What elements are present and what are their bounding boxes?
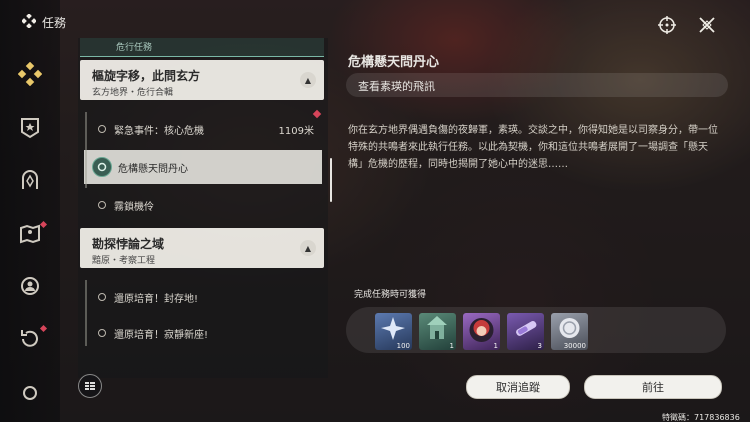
shell-coin-icon: [559, 318, 580, 338]
list-filter-icon: [85, 382, 95, 390]
reward-item[interactable]: 1: [463, 313, 500, 350]
reward-count: 3: [537, 342, 542, 350]
quest-item-label: 緊急事件：核心危機: [114, 125, 204, 137]
reward-item[interactable]: 30000: [551, 313, 588, 350]
go-button[interactable]: 前往: [584, 375, 722, 399]
reward-item[interactable]: 100: [375, 313, 412, 350]
quest-status-circle-icon: [98, 329, 106, 337]
quest-detail-title: 危構懸天問丹心: [348, 55, 440, 70]
close-icon[interactable]: [697, 15, 717, 35]
quest-list-partial-header: 危行任務: [80, 38, 324, 57]
quest-objective-bar: 查看素瑛的飛訊: [346, 73, 728, 97]
quest-status-circle-icon: [98, 125, 106, 133]
quest-item-label: 霧鎖機伶: [114, 201, 154, 213]
quest-item[interactable]: 還原培育！封存地!: [86, 280, 324, 314]
nav-gear-icon[interactable]: [16, 376, 44, 404]
nav-return-icon[interactable]: [16, 324, 48, 352]
quest-item-selected[interactable]: 危構懸天問丹心: [84, 150, 322, 184]
tower-icon: [427, 316, 447, 339]
quest-description: 你在玄方地界偶遇負傷的夜歸軍，素瑛。交談之中，你得知她是以司察身分，帶一位特殊的…: [348, 125, 718, 170]
quest-diamond-icon: [21, 13, 37, 31]
reward-item[interactable]: 3: [507, 313, 544, 350]
reward-count: 100: [396, 342, 410, 350]
nav-map-icon[interactable]: [16, 220, 48, 248]
tree-connector: [85, 280, 87, 346]
quest-group-title: 樞旋字移，此問玄方: [92, 69, 201, 83]
crystal-tube-icon: [516, 321, 537, 336]
quest-list-panel: 危行任務 樞旋字移，此問玄方 玄方地界・危行合輯 ▲ 緊急事件：核心危機 110…: [78, 38, 328, 378]
cancel-track-button[interactable]: 取消追蹤: [466, 375, 570, 399]
quest-group-subtitle: 黯原・考察工程: [92, 256, 156, 266]
reward-count: 30000: [563, 342, 586, 350]
collapse-chevron-icon[interactable]: ▲: [300, 72, 316, 88]
quest-item[interactable]: 霧鎖機伶: [86, 188, 324, 222]
quest-item[interactable]: 還原培育！寂靜新座!: [86, 316, 324, 350]
tree-connector: [85, 112, 87, 188]
quest-item[interactable]: 緊急事件：核心危機 1109米: [86, 112, 324, 146]
star-shard-icon: [381, 317, 405, 340]
player-uid: 特徵碼：717836836: [662, 413, 740, 422]
locate-crosshair-icon[interactable]: [657, 15, 677, 35]
page-title: 任務: [42, 16, 67, 30]
quest-objective-text: 查看素瑛的飛訊: [358, 80, 435, 93]
quest-distance: 1109米: [278, 125, 314, 137]
quest-status-circle-icon: [98, 293, 106, 301]
nav-shield-icon[interactable]: [16, 114, 44, 142]
quest-list-scrollbar[interactable]: [330, 158, 332, 202]
quest-group-subtitle: 玄方地界・危行合輯: [92, 88, 174, 98]
quest-group-title: 勘探悖論之域: [92, 237, 165, 251]
collapse-chevron-icon[interactable]: ▲: [300, 240, 316, 256]
quest-tracking-icon: [92, 157, 112, 177]
quest-status-circle-icon: [98, 201, 106, 209]
nav-quest-icon[interactable]: [16, 60, 44, 88]
quest-group-header[interactable]: 勘探悖論之域 黯原・考察工程 ▲: [80, 228, 324, 268]
header: 任務: [21, 13, 67, 31]
quest-item-label: 還原培育！封存地!: [114, 293, 199, 305]
rewards-label: 完成任務時可獲得: [354, 290, 427, 300]
filter-button[interactable]: [78, 374, 102, 398]
quest-list-partial-label: 危行任務: [116, 43, 153, 53]
reward-count: 1: [493, 342, 498, 350]
quest-item-label: 危構懸天問丹心: [118, 163, 188, 175]
quest-group-header[interactable]: 樞旋字移，此問玄方 玄方地界・危行合輯 ▲: [80, 60, 324, 100]
nav-arch-icon[interactable]: [16, 166, 44, 194]
nav-target-icon[interactable]: [16, 272, 44, 300]
reward-count: 1: [449, 342, 454, 350]
reward-item[interactable]: 1: [419, 313, 456, 350]
quest-item-label: 還原培育！寂靜新座!: [114, 329, 209, 341]
